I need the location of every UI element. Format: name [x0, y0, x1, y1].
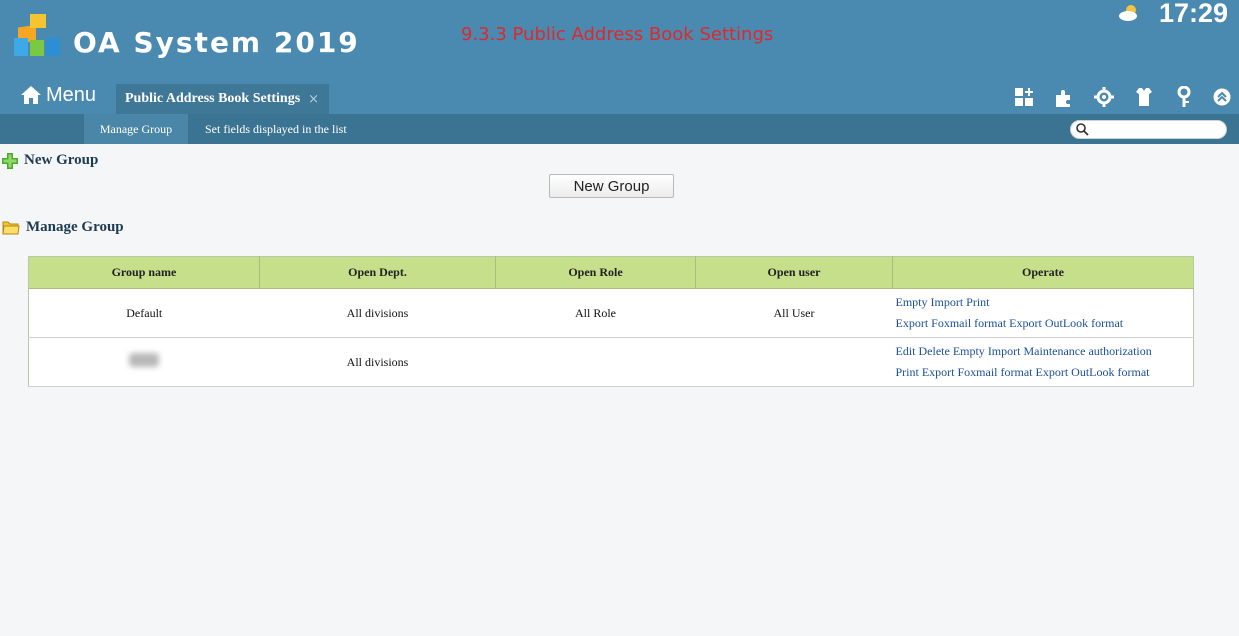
- column-header-operate: Operate: [892, 256, 1194, 289]
- theme-shirt-icon[interactable]: [1132, 86, 1156, 108]
- subnav-item-set-fields[interactable]: Set fields displayed in the list: [205, 114, 347, 144]
- toolbar-icons: [1012, 86, 1234, 108]
- menu-button[interactable]: Menu: [20, 82, 96, 108]
- key-icon[interactable]: [1172, 86, 1196, 108]
- edit-link[interactable]: Edit: [896, 344, 916, 358]
- manage-group-heading-text: Manage Group: [26, 219, 124, 235]
- export-outlook-link[interactable]: Export OutLook format: [1009, 316, 1123, 330]
- print-link[interactable]: Print: [966, 295, 989, 309]
- new-group-heading-text: New Group: [24, 152, 99, 168]
- cell-operate: Empty Import Print Export Foxmail format…: [892, 288, 1194, 338]
- collapse-up-icon[interactable]: [1210, 86, 1234, 108]
- menu-label: Menu: [46, 83, 97, 106]
- table-row: All divisions Edit Delete Empty Import M…: [28, 337, 1194, 387]
- app-header: OA System 2019 9.3.3 Public Address Book…: [0, 0, 1239, 114]
- table-header-row: Group name Open Dept. Open Role Open use…: [28, 256, 1194, 289]
- cell-group-name: Default: [28, 288, 260, 338]
- gear-icon[interactable]: [1092, 86, 1116, 108]
- new-group-heading: New Group: [2, 152, 98, 169]
- sub-navigation: Manage Group Set fields displayed in the…: [0, 114, 1239, 144]
- cell-open-user: [695, 337, 893, 387]
- cell-open-dept: All divisions: [259, 288, 496, 338]
- app-logo-icon: [14, 14, 60, 56]
- tab-public-address-book-settings[interactable]: Public Address Book Settings ×: [116, 84, 329, 114]
- delete-link[interactable]: Delete: [919, 344, 950, 358]
- manage-group-heading: Manage Group: [2, 219, 124, 236]
- cell-open-role: All Role: [495, 288, 696, 338]
- add-app-icon[interactable]: [1012, 86, 1036, 108]
- column-header-open-role: Open Role: [495, 256, 696, 289]
- weather-cloudy-icon: [1119, 5, 1137, 21]
- table-row: Default All divisions All Role All User …: [28, 288, 1194, 338]
- plus-icon: [2, 152, 18, 169]
- page-caption: 9.3.3 Public Address Book Settings: [461, 24, 774, 45]
- folder-icon: [2, 221, 20, 235]
- column-header-group-name: Group name: [28, 256, 260, 289]
- export-foxmail-link[interactable]: Export Foxmail format: [896, 316, 1007, 330]
- cell-operate: Edit Delete Empty Import Maintenance aut…: [892, 337, 1194, 387]
- empty-link[interactable]: Empty: [896, 295, 928, 309]
- search-icon: [1076, 123, 1089, 136]
- home-icon: [21, 86, 41, 104]
- import-link[interactable]: Import: [988, 344, 1021, 358]
- cell-group-name: [28, 337, 260, 387]
- export-foxmail-link[interactable]: Export Foxmail format: [922, 365, 1033, 379]
- column-header-open-dept: Open Dept.: [259, 256, 496, 289]
- cell-open-user: All User: [695, 288, 893, 338]
- app-title: OA System 2019: [73, 26, 360, 59]
- group-table: Group name Open Dept. Open Role Open use…: [28, 256, 1194, 387]
- new-group-button[interactable]: New Group: [549, 174, 674, 198]
- cell-open-role: [495, 337, 696, 387]
- blurred-group-name: [129, 353, 160, 367]
- print-link[interactable]: Print: [896, 365, 919, 379]
- subnav-item-manage-group[interactable]: Manage Group: [84, 114, 188, 144]
- clock: 17:29: [1159, 0, 1229, 28]
- search-input[interactable]: [1070, 120, 1227, 139]
- import-link[interactable]: Import: [931, 295, 964, 309]
- export-outlook-link[interactable]: Export OutLook format: [1036, 365, 1150, 379]
- empty-link[interactable]: Empty: [953, 344, 985, 358]
- tab-close-icon[interactable]: ×: [308, 92, 319, 107]
- cell-open-dept: All divisions: [259, 337, 496, 387]
- maintenance-authorization-link[interactable]: Maintenance authorization: [1023, 344, 1151, 358]
- tab-label: Public Address Book Settings: [125, 91, 301, 106]
- plugin-icon[interactable]: [1052, 86, 1076, 108]
- column-header-open-user: Open user: [695, 256, 893, 289]
